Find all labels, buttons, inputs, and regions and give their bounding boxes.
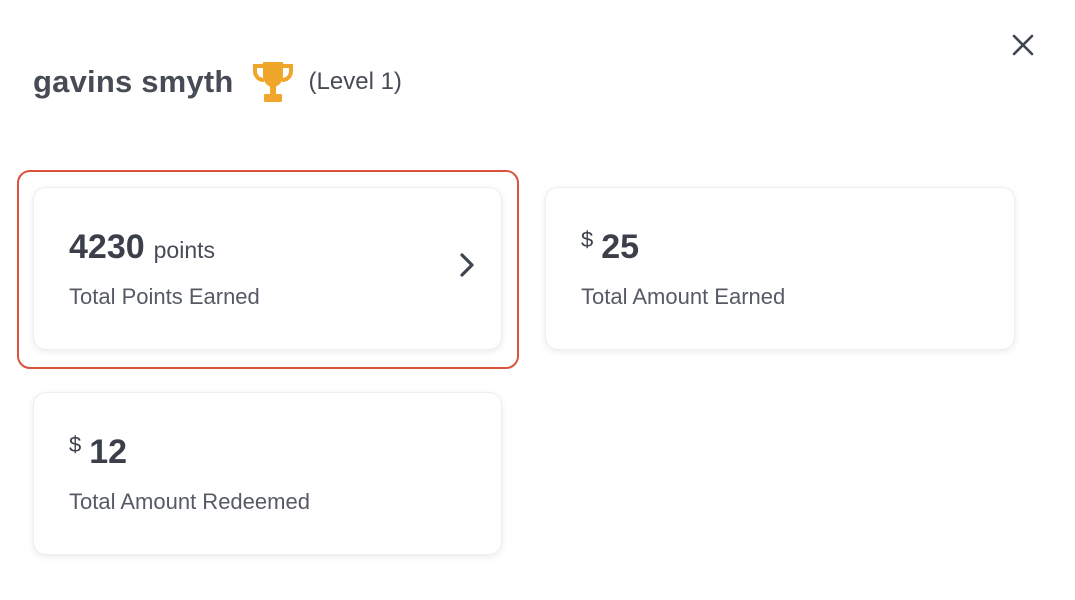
close-icon [1010,32,1036,63]
trophy-icon [251,59,295,105]
redeemed-currency: $ [69,432,82,457]
points-label: Total Points Earned [69,284,260,309]
redeemed-label: Total Amount Redeemed [69,489,310,514]
points-stat: 4230 points [69,228,215,267]
earned-value: 25 [601,228,640,266]
user-header: gavins smyth (Level 1) [33,56,402,108]
redeemed-value: 12 [89,433,128,471]
redeemed-stat: $ 12 [69,432,128,472]
close-button[interactable] [1006,30,1040,64]
points-unit: points [153,237,216,263]
earned-currency: $ [581,227,594,252]
chevron-right-icon[interactable] [456,248,478,282]
earned-stat: $ 25 [581,227,640,267]
user-name: gavins smyth [33,64,234,99]
total-points-card[interactable]: 4230 points Total Points Earned [33,187,502,350]
rewards-summary-panel: gavins smyth (Level 1) 4230 points Total… [0,0,1075,600]
total-amount-earned-card: $ 25 Total Amount Earned [545,187,1015,350]
total-amount-redeemed-card: $ 12 Total Amount Redeemed [33,392,502,555]
points-value: 4230 [69,228,145,266]
earned-label: Total Amount Earned [581,284,786,309]
user-level: (Level 1) [308,68,402,95]
